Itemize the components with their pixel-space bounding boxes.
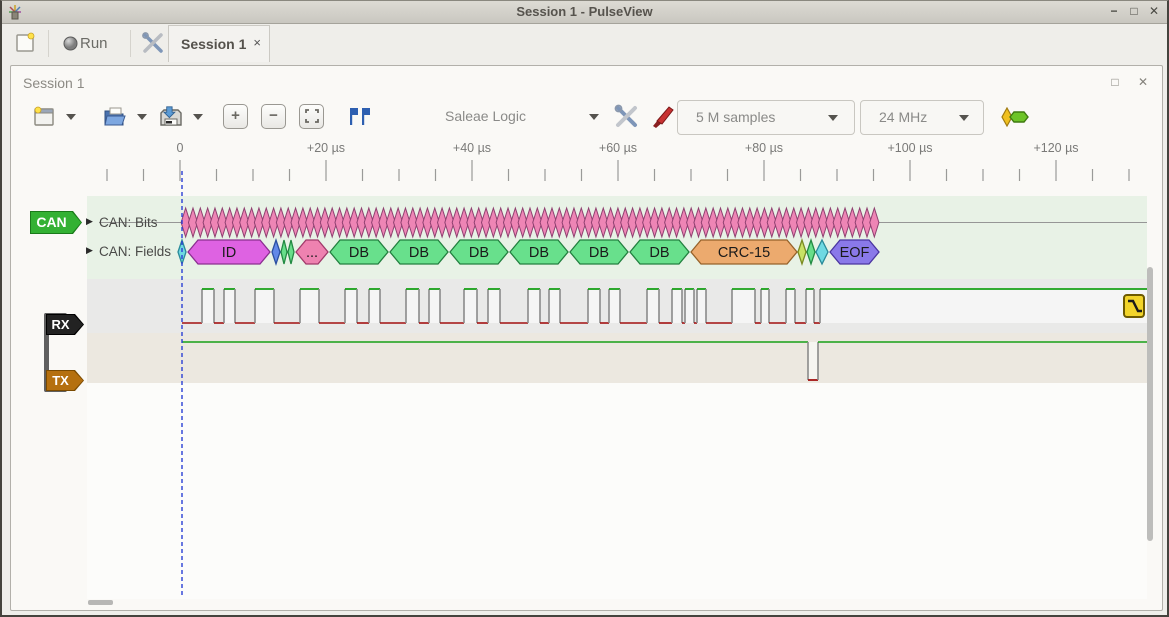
- row-label-can-fields: CAN: Fields: [99, 244, 171, 259]
- horizontal-scrollbar[interactable]: [88, 600, 113, 605]
- show-cursors-button[interactable]: [343, 102, 375, 134]
- tab-label: Session 1: [181, 36, 246, 52]
- maximize-icon[interactable]: □: [1125, 3, 1143, 20]
- ruler-label: +40 µs: [432, 141, 512, 155]
- new-view-dropdown-icon[interactable]: [66, 114, 76, 120]
- titlebar[interactable]: Session 1 - PulseView − □ ✕: [2, 1, 1167, 24]
- channels-button[interactable]: [645, 100, 679, 132]
- sample-rate-value: 24 MHz: [879, 109, 927, 125]
- new-session-button[interactable]: [10, 28, 44, 60]
- ruler-label: 0: [140, 141, 220, 155]
- wrench-icon: [613, 103, 639, 129]
- session-panel-title: Session 1: [23, 75, 84, 91]
- decoder-tag-label: CAN: [30, 211, 73, 234]
- ruler-label: +120 µs: [1016, 141, 1096, 155]
- save-button[interactable]: [155, 102, 187, 134]
- run-button-label: Run: [80, 35, 108, 52]
- expand-fields-icon[interactable]: ▶: [86, 245, 93, 256]
- toolbar-separator: [48, 30, 49, 57]
- rx-channel-label: RX: [46, 314, 75, 335]
- add-decoder-button[interactable]: [997, 104, 1035, 136]
- tx-row-band: [87, 333, 1147, 383]
- sample-count-dropdown-icon: [828, 115, 838, 121]
- decoder-icon: [1001, 107, 1031, 127]
- falling-edge-icon: [1125, 296, 1143, 316]
- zoom-fit-icon: [305, 109, 319, 123]
- toolbar-separator: [130, 30, 131, 57]
- vertical-scrollbar[interactable]: [1147, 267, 1153, 541]
- tx-channel-tag[interactable]: TX: [46, 370, 84, 391]
- cursors-flags-icon: [346, 105, 372, 129]
- open-button[interactable]: [99, 102, 131, 134]
- tx-channel-label: TX: [46, 370, 75, 391]
- tab-close-icon[interactable]: ×: [253, 35, 261, 50]
- sample-rate-combo[interactable]: 24 MHz: [860, 100, 984, 135]
- rx-channel-tag[interactable]: RX: [46, 314, 84, 335]
- save-icon: [158, 105, 184, 129]
- device-dropdown-icon[interactable]: [589, 114, 599, 120]
- pulseview-window: Session 1 - PulseView − □ ✕ Run: [0, 0, 1169, 617]
- panel-close-icon[interactable]: ✕: [1134, 74, 1152, 90]
- run-state-icon: [63, 36, 78, 51]
- zoom-in-button[interactable]: +: [223, 104, 248, 129]
- close-icon[interactable]: ✕: [1145, 3, 1163, 20]
- save-dropdown-icon[interactable]: [193, 114, 203, 120]
- main-toolbar: Run Session 1 ×: [2, 24, 1167, 63]
- open-dropdown-icon[interactable]: [137, 114, 147, 120]
- ruler-label: +80 µs: [724, 141, 804, 155]
- row-label-can-bits: CAN: Bits: [99, 215, 158, 230]
- new-view-button[interactable]: [29, 102, 61, 134]
- minimize-icon[interactable]: −: [1105, 3, 1123, 20]
- open-folder-icon: [102, 105, 128, 129]
- new-view-icon: [33, 105, 57, 129]
- panel-restore-icon[interactable]: □: [1106, 74, 1124, 90]
- zoom-fit-button[interactable]: [299, 104, 324, 129]
- device-config-button[interactable]: [609, 100, 643, 132]
- trigger-marker[interactable]: [1123, 294, 1145, 318]
- device-selector[interactable]: Saleae Logic: [445, 108, 526, 124]
- zoom-out-button[interactable]: −: [261, 104, 286, 129]
- sample-rate-dropdown-icon: [959, 115, 969, 121]
- probe-icon: [649, 103, 675, 129]
- tools-icon: [141, 31, 165, 55]
- new-file-icon: [15, 32, 37, 54]
- empty-trace-area: [87, 383, 1147, 599]
- ruler-label: +100 µs: [870, 141, 950, 155]
- ruler-label: +20 µs: [286, 141, 366, 155]
- settings-button[interactable]: [136, 28, 170, 60]
- rx-row-band: [87, 279, 1147, 333]
- sample-count-value: 5 M samples: [696, 109, 775, 125]
- ruler-label: +60 µs: [578, 141, 658, 155]
- decoder-row-band: [87, 196, 1147, 279]
- window-title: Session 1 - PulseView: [2, 4, 1167, 19]
- expand-bits-icon[interactable]: ▶: [86, 216, 93, 227]
- tab-session-1[interactable]: Session 1 ×: [168, 25, 270, 62]
- decoder-tag-can[interactable]: CAN: [30, 211, 82, 234]
- sample-count-combo[interactable]: 5 M samples: [677, 100, 855, 135]
